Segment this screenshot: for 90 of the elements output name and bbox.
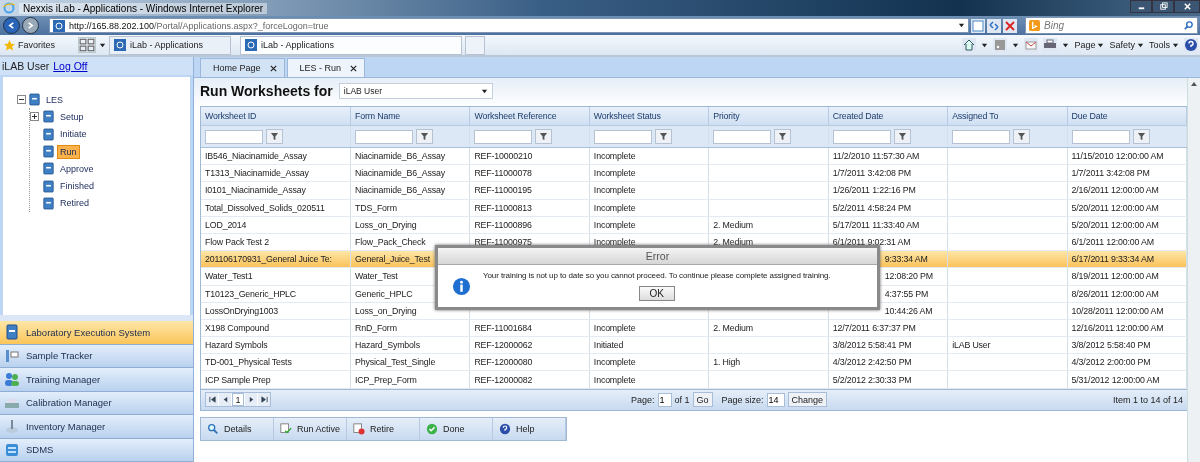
table-cell: Incomplete (593, 151, 636, 162)
table-cell: 11/2/2010 11:57:30 AM (832, 151, 920, 162)
table-cell: I0101_Niacinamide_Assay (205, 185, 306, 196)
table-cell: Initiated (593, 340, 624, 351)
table-cell: T1313_Niacinamide_Assay (205, 168, 309, 179)
table-cell: 2. Medium (713, 219, 753, 230)
table-cell: 9:33:34 AM (884, 254, 928, 265)
table-cell: 4/3/2012 2:42:50 PM (832, 357, 912, 368)
table-cell: 5/20/2011 12:00:00 AM (1071, 202, 1159, 213)
table-cell: LossOnDrying1003 (205, 305, 278, 316)
table-cell: 10:44:26 AM (884, 305, 933, 316)
table-cell: Incomplete (593, 168, 636, 179)
table-cell: Incomplete (593, 185, 636, 196)
table-cell: Incomplete (593, 219, 636, 230)
table-cell: 5/20/2011 12:00:00 AM (1071, 219, 1159, 230)
table-cell: Flow Pack Test 2 (205, 237, 269, 248)
table-cell: Loss_on_Drying (355, 219, 417, 230)
table-cell: Total_Dissolved_Solids_020511 (205, 202, 325, 213)
table-cell: 12:08:20 PM (884, 271, 933, 282)
table-cell: 201106170931_General Juice Te: (205, 254, 332, 265)
table-cell: X198 Compound (205, 322, 270, 333)
table-cell: RnD_Form (355, 322, 397, 333)
table-cell: Niacinamide_B6_Assay (355, 168, 445, 179)
table-cell: ICP Sample Prep (205, 374, 271, 385)
user-name: iLAB User (2, 60, 50, 72)
table-cell: REF-10000210 (474, 151, 533, 162)
item-count: Item 1 to 14 of 14 (1112, 394, 1183, 405)
table-cell: 4:37:55 PM (884, 288, 929, 299)
table-cell: Loss_on_Drying (355, 305, 417, 316)
table-cell: 6/17/2011 9:33:34 AM (1071, 254, 1154, 265)
table-cell: LOD_2014 (205, 219, 247, 230)
table-cell: REF-11000896 (474, 219, 532, 230)
table-cell: Generic_HPLC (355, 288, 413, 299)
table-cell: Niacinamide_B6_Assay (355, 151, 445, 162)
table-cell: REF-12000080 (474, 357, 533, 368)
table-cell: 5/17/2011 11:33:40 AM (832, 219, 920, 230)
table-cell: REF-11000078 (474, 168, 532, 179)
table-cell: 4/3/2012 2:00:00 PM (1071, 357, 1151, 368)
table-cell: Physical_Test_Single (355, 357, 436, 368)
table-cell: Water_Test (355, 271, 398, 282)
page-label: Page: (631, 394, 655, 405)
table-cell: REF-11001684 (474, 322, 532, 333)
dialog-message: Your training is not up to date so you cannot proceed. To continue please complete assigned training. (483, 271, 831, 280)
table-cell: 1/7/2011 3:42:08 PM (832, 168, 911, 179)
table-cell: 1. High (713, 357, 741, 368)
table-cell: TDS_Form (355, 202, 397, 213)
table-cell: Incomplete (593, 202, 636, 213)
table-cell: 8/19/2011 12:00:00 AM (1071, 271, 1159, 282)
table-cell: 2. Medium (713, 322, 753, 333)
table-cell: REF-12000082 (474, 374, 533, 385)
table-cell: Water_Test1 (205, 271, 253, 282)
dialog-title: Error (438, 248, 877, 265)
table-cell: 12/7/2011 6:37:37 PM (832, 322, 916, 333)
table-cell: 10/28/2011 12:00:00 AM (1071, 305, 1164, 316)
table-cell: REF-11000813 (474, 202, 532, 213)
table-cell: Flow_Pack_Check (355, 237, 426, 248)
table-cell: 6/1/2011 9:02:31 AM (832, 237, 911, 248)
table-cell: ICP_Prep_Form (355, 374, 417, 385)
table-cell: iLAB User (952, 340, 991, 351)
table-cell: Hazard_Symbols (355, 340, 420, 351)
table-cell: Niacinamide_B6_Assay (355, 185, 445, 196)
table-cell: 3/8/2012 5:58:41 PM (832, 340, 912, 351)
table-cell: 8/26/2011 12:00:00 AM (1071, 288, 1159, 299)
table-cell: 12/16/2011 12:00:00 AM (1071, 322, 1164, 333)
table-cell: General_Juice_Test (355, 254, 431, 265)
table-cell: 5/31/2012 12:00:00 AM (1071, 374, 1160, 385)
table-cell: IB546_Niacinamide_Assay (205, 151, 307, 162)
table-cell: TD-001_Physical Tests (205, 357, 292, 368)
table-cell: T10123_Generic_HPLC (205, 288, 297, 299)
table-cell: 5/2/2012 2:30:33 PM (832, 374, 912, 385)
table-cell: REF-11000195 (474, 185, 532, 196)
table-cell: 2. Medium (713, 237, 753, 248)
table-cell: 6/1/2011 12:00:00 AM (1071, 237, 1154, 248)
table-cell: 2/16/2011 12:00:00 AM (1071, 185, 1159, 196)
table-cell: Incomplete (593, 357, 636, 368)
page-heading: Run Worksheets for (200, 83, 333, 99)
table-cell: 11/15/2010 12:00:00 AM (1071, 151, 1164, 162)
table-cell: Hazard Symbols (205, 340, 268, 351)
page-count: of 1 (674, 394, 690, 405)
page-size-label: Page size: (721, 394, 764, 405)
table-cell: 1/7/2011 3:42:08 PM (1071, 168, 1150, 179)
table-cell: 5/2/2011 4:58:24 PM (832, 202, 911, 213)
table-cell: Incomplete (593, 237, 636, 248)
table-cell: 3/8/2012 5:58:40 PM (1071, 340, 1151, 351)
window-title: Nexxis iLab - Applications - Windows Internet Explorer (19, 2, 268, 14)
table-cell: Incomplete (593, 374, 636, 385)
table-cell: REF-12000062 (474, 340, 533, 351)
table-cell: REF-11000975 (474, 237, 532, 248)
table-cell: 1/26/2011 1:22:16 PM (832, 185, 916, 196)
table-cell: Incomplete (593, 322, 636, 333)
